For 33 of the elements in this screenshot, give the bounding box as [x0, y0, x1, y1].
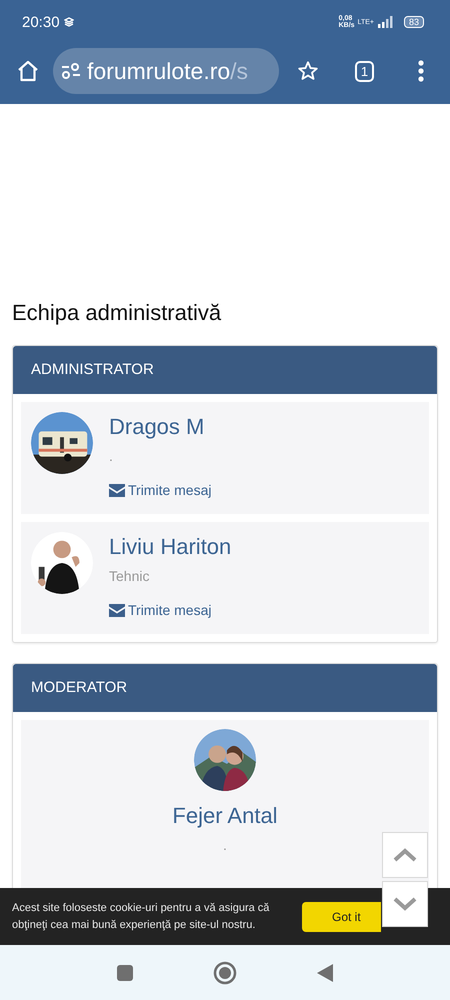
member-name[interactable]: Dragos M — [109, 414, 212, 440]
address-bar[interactable]: forumrulote.ro/s — [53, 48, 279, 94]
member-title: . — [223, 837, 227, 853]
back-icon[interactable] — [317, 964, 333, 982]
member-title: Tehnic — [109, 568, 150, 584]
cookie-notice: Acest site foloseste cookie-uri pentru a vă asigura că obţineţi cea mai bună experienţă pe site-ul nostru. — [12, 900, 270, 932]
tab-count-button[interactable]: 1 — [355, 60, 374, 82]
member-name[interactable]: Liviu Hariton — [109, 534, 232, 560]
battery-indicator: 83 — [404, 16, 424, 28]
chevron-down-icon — [393, 897, 417, 911]
scroll-down-button[interactable] — [382, 881, 428, 927]
layers-icon — [64, 17, 74, 27]
page-heading: Echipa administrativă — [12, 300, 222, 326]
tune-icon — [61, 62, 81, 80]
send-message-link[interactable]: Trimite mesaj — [109, 482, 212, 498]
accept-button[interactable]: Got it — [302, 902, 381, 932]
recents-icon[interactable] — [117, 964, 133, 980]
star-icon[interactable] — [297, 60, 319, 82]
menu-icon[interactable] — [418, 60, 424, 82]
chevron-up-icon — [393, 848, 417, 862]
clock-time: 20:30 — [22, 14, 60, 30]
scroll-up-button[interactable] — [382, 832, 428, 878]
panel-header: MODERATOR — [13, 664, 437, 712]
envelope-icon — [109, 484, 125, 496]
home-icon[interactable] — [16, 59, 40, 83]
envelope-icon — [109, 604, 125, 616]
send-message-link[interactable]: Trimite mesaj — [109, 602, 232, 618]
signal-icon — [376, 16, 395, 28]
member-title: . — [109, 448, 114, 464]
panel-header: ADMINISTRATOR — [13, 346, 437, 394]
home-button-icon[interactable] — [213, 960, 237, 984]
member-name[interactable]: Fejer Antal — [172, 803, 278, 829]
url-text: forumrulote.ro/s — [87, 58, 248, 84]
